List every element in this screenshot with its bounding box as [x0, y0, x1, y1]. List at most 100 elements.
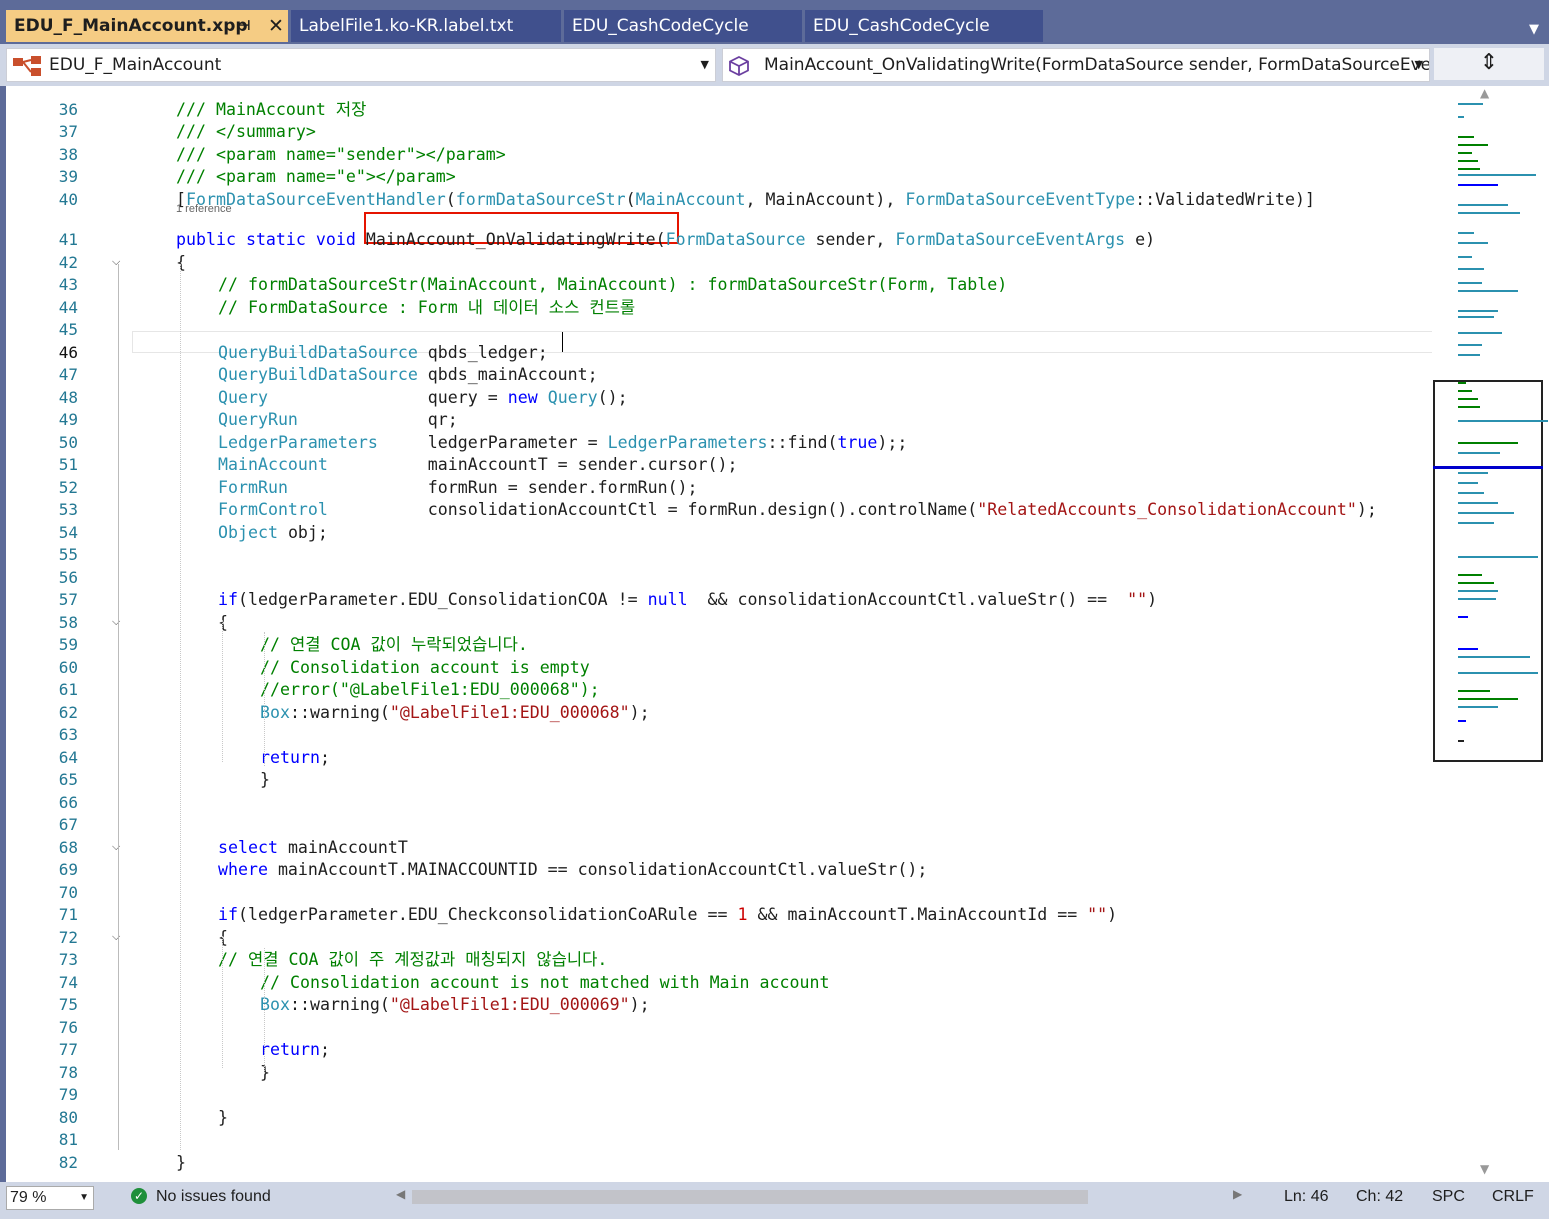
code-line[interactable]: /// MainAccount 저장	[176, 99, 366, 121]
code-line[interactable]: /// <param name="e"></param>	[176, 166, 456, 188]
fold-chevron-icon[interactable]: ⌵	[112, 840, 120, 854]
line-number: 50	[58, 433, 78, 452]
code-line[interactable]: QueryBuildDataSource qbds_mainAccount;	[218, 364, 598, 386]
split-editor-icon[interactable]: ⇕	[1434, 48, 1544, 80]
code-line[interactable]: /// <param name="sender"></param>	[176, 144, 506, 166]
line-number: 66	[58, 793, 78, 812]
line-number: 51	[58, 455, 78, 474]
minimap-line	[1458, 103, 1483, 105]
document-tab-bar: EDU_F_MainAccount.xpp ⊣ ✕ LabelFile1.ko-…	[0, 0, 1549, 44]
scroll-right-arrow-icon[interactable]: ▶	[1233, 1187, 1242, 1201]
code-line[interactable]: return;	[260, 1039, 330, 1061]
code-line[interactable]: MainAccount mainAccountT = sender.cursor…	[218, 454, 738, 476]
code-line[interactable]: Object obj;	[218, 522, 328, 544]
zoom-dropdown[interactable]: 79 % ▼	[6, 1186, 94, 1210]
code-line[interactable]: // formDataSourceStr(MainAccount, MainAc…	[218, 274, 1007, 296]
code-line[interactable]: {	[218, 927, 228, 949]
code-line[interactable]: FormControl consolidationAccountCtl = fo…	[218, 499, 1377, 521]
member-dropdown-value: MainAccount_OnValidatingWrite(FormDataSo…	[764, 55, 1430, 75]
line-number: 43	[58, 275, 78, 294]
minimap-line	[1458, 648, 1478, 650]
scroll-down-arrow-icon[interactable]: ▼	[1480, 1162, 1489, 1176]
code-line[interactable]: Query query = new Query();	[218, 387, 628, 409]
code-line[interactable]: // FormDataSource : Form 내 데이터 소스 컨트롤	[218, 297, 635, 319]
code-line[interactable]: FormRun formRun = sender.formRun();	[218, 477, 698, 499]
code-line[interactable]: Box::warning("@LabelFile1:EDU_000068");	[260, 702, 650, 724]
fold-chevron-icon[interactable]: ⌵	[112, 615, 120, 629]
line-number: 77	[58, 1040, 78, 1059]
member-dropdown[interactable]: MainAccount_OnValidatingWrite(FormDataSo…	[722, 48, 1430, 82]
code-line[interactable]: LedgerParameters ledgerParameter = Ledge…	[218, 432, 907, 454]
issues-status[interactable]: No issues found	[156, 1188, 271, 1206]
tab-label: LabelFile1.ko-KR.label.txt	[299, 16, 514, 36]
line-number: 57	[58, 590, 78, 609]
code-line[interactable]: public static void MainAccount_OnValidat…	[176, 229, 1155, 251]
fold-region-line	[118, 936, 119, 1068]
minimap-line	[1458, 720, 1466, 722]
code-line[interactable]: return;	[260, 747, 330, 769]
code-minimap[interactable]: ▲ ▼	[1432, 86, 1549, 1182]
code-line[interactable]: select mainAccountT	[218, 837, 408, 859]
code-line[interactable]: {	[218, 612, 228, 634]
minimap-line	[1458, 390, 1472, 392]
code-area[interactable]: 1 reference /// MainAccount 저장/// </summ…	[132, 86, 1432, 1182]
line-number: 71	[58, 905, 78, 924]
class-dropdown[interactable]: EDU_F_MainAccount ▼	[6, 48, 716, 82]
code-line[interactable]: [FormDataSourceEventHandler(formDataSour…	[176, 189, 1315, 211]
code-line[interactable]: if(ledgerParameter.EDU_Checkconsolidatio…	[218, 904, 1117, 926]
scroll-left-arrow-icon[interactable]: ◀	[396, 1187, 405, 1201]
line-number: 60	[58, 658, 78, 677]
pin-icon[interactable]: ⊣	[238, 10, 251, 42]
code-line[interactable]: }	[260, 769, 270, 791]
code-line[interactable]: }	[218, 1107, 228, 1129]
tab-overflow-chevron-icon[interactable]: ▼	[1529, 22, 1539, 37]
minimap-line	[1458, 616, 1468, 618]
code-line[interactable]: QueryRun qr;	[218, 409, 458, 431]
line-number: 67	[58, 815, 78, 834]
minimap-line	[1458, 698, 1518, 700]
tab-labelfile[interactable]: LabelFile1.ko-KR.label.txt	[291, 10, 561, 42]
minimap-line	[1458, 590, 1498, 592]
code-line[interactable]: }	[260, 1062, 270, 1084]
code-line[interactable]: if(ledgerParameter.EDU_ConsolidationCOA …	[218, 589, 1157, 611]
fold-chevron-icon[interactable]: ⌵	[112, 930, 120, 944]
code-line[interactable]: // 연결 COA 값이 주 계정값과 매칭되지 않습니다.	[218, 949, 607, 971]
code-line[interactable]: // Consolidation account is not matched …	[260, 972, 829, 994]
scroll-up-arrow-icon[interactable]: ▲	[1480, 86, 1489, 100]
minimap-line	[1458, 174, 1536, 176]
code-line[interactable]: // 연결 COA 값이 누락되었습니다.	[260, 634, 528, 656]
line-ending-indicator[interactable]: CRLF	[1492, 1188, 1534, 1206]
close-icon[interactable]: ✕	[268, 10, 284, 42]
tab-edu-f-mainaccount[interactable]: EDU_F_MainAccount.xpp ⊣ ✕	[6, 10, 288, 42]
minimap-viewport-thumb[interactable]	[1433, 380, 1543, 762]
line-number: 72	[58, 928, 78, 947]
code-line[interactable]: //error("@LabelFile1:EDU_000068");	[260, 679, 600, 701]
line-number: 47	[58, 365, 78, 384]
minimap-line	[1458, 582, 1494, 584]
line-number: 74	[58, 973, 78, 992]
line-indicator[interactable]: Ln: 46	[1284, 1188, 1328, 1206]
indent-mode-indicator[interactable]: SPC	[1432, 1188, 1465, 1206]
code-line[interactable]: // Consolidation account is empty	[260, 657, 590, 679]
minimap-line	[1458, 310, 1498, 312]
code-editor[interactable]: 36 37 38 39 40 41 42 ⌵ 43 44 45 46 47 48 49 50 51 52 53 54 5…	[6, 86, 1432, 1182]
horizontal-scrollbar-thumb[interactable]	[412, 1190, 1088, 1204]
code-line[interactable]: Box::warning("@LabelFile1:EDU_000069");	[260, 994, 650, 1016]
minimap-line	[1458, 232, 1474, 234]
minimap-line	[1458, 116, 1464, 118]
code-line[interactable]: /// </summary>	[176, 121, 316, 143]
line-number: 65	[58, 770, 78, 789]
line-number: 79	[58, 1085, 78, 1104]
minimap-line	[1458, 406, 1480, 408]
minimap-line	[1458, 144, 1488, 146]
column-indicator[interactable]: Ch: 42	[1356, 1188, 1403, 1206]
minimap-line	[1458, 242, 1488, 244]
tab-cashcodecycle-2[interactable]: EDU_CashCodeCycle	[805, 10, 1043, 42]
code-line[interactable]: QueryBuildDataSource qbds_ledger;	[218, 342, 548, 364]
code-line[interactable]: }	[176, 1152, 186, 1174]
code-line[interactable]: {	[176, 252, 186, 274]
tab-cashcodecycle-1[interactable]: EDU_CashCodeCycle	[564, 10, 802, 42]
fold-chevron-icon[interactable]: ⌵	[112, 255, 120, 269]
status-bar: 79 % ▼ ✓ No issues found ◀ ▶ Ln: 46 Ch: …	[0, 1182, 1549, 1219]
code-line[interactable]: where mainAccountT.MAINACCOUNTID == cons…	[218, 859, 927, 881]
